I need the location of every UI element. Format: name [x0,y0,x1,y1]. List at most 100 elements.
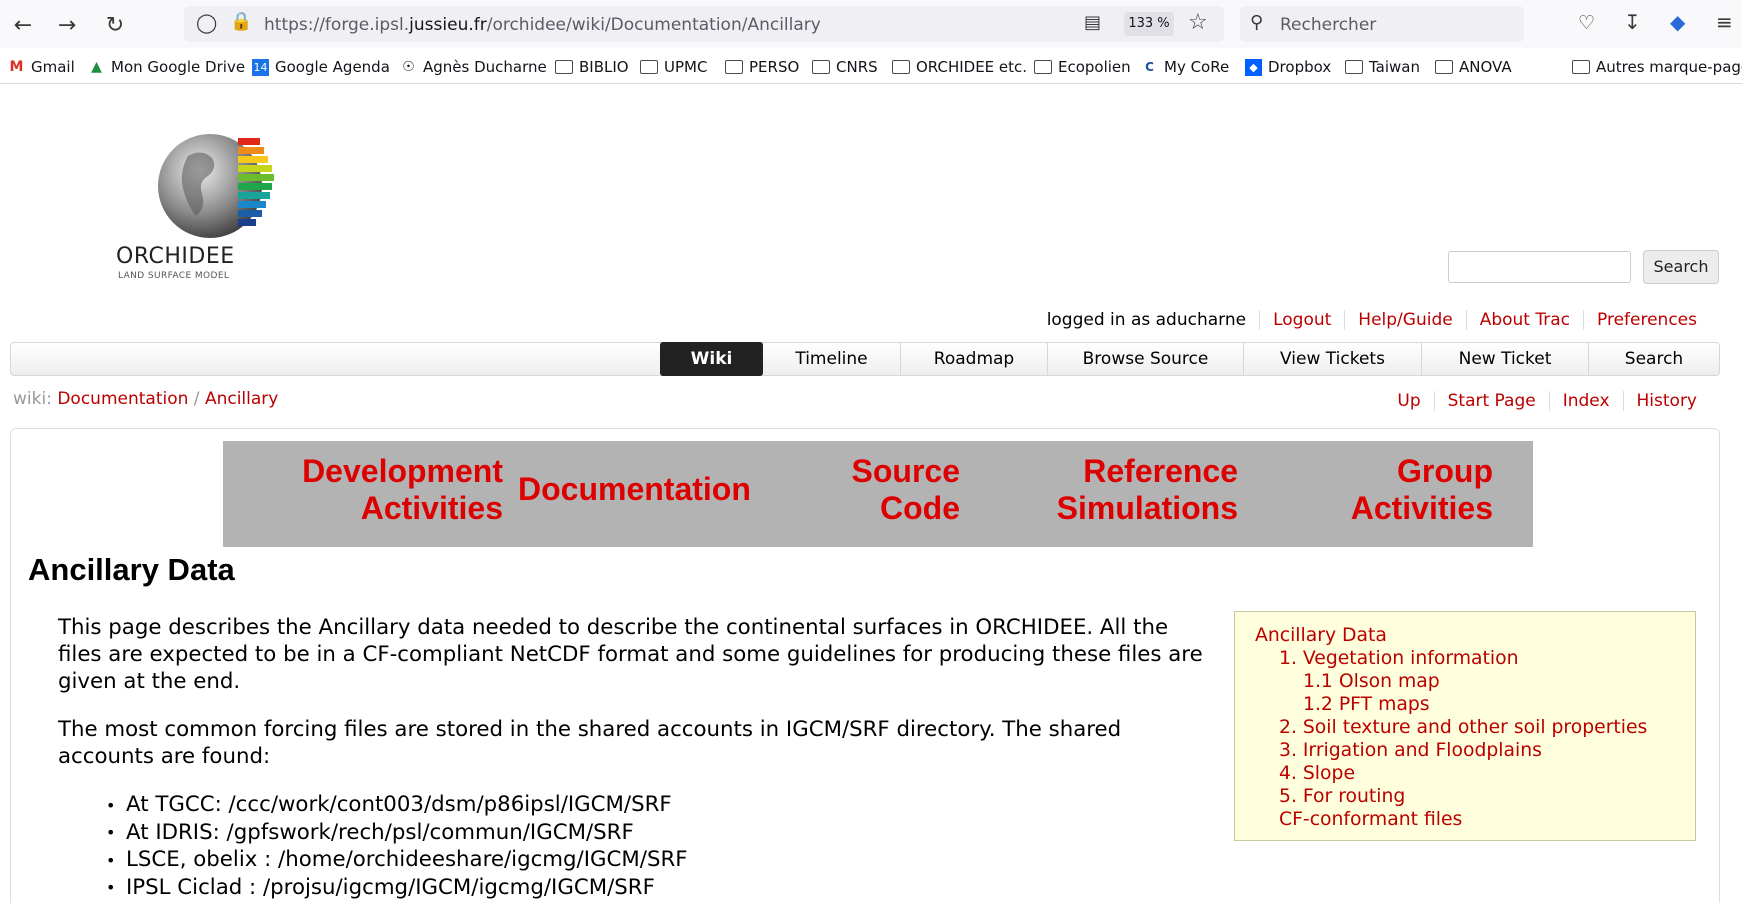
search-placeholder: Rechercher [1280,15,1377,35]
bookmark-other[interactable]: Autres marque-pages [1572,58,1742,76]
reload-icon[interactable]: ↻ [100,10,130,40]
browser-toolbar: ← → ↻ ◯ 🔒 https://forge.ipsl.jussieu.fr/… [0,0,1742,48]
shared-paths-list: At TGCC: /ccc/work/cont003/dsm/p86ipsl/I… [106,791,688,901]
banner-text: Code [880,490,960,526]
folder-icon [725,60,743,74]
banner-text: Group [1397,453,1493,489]
bookmark-label: Mon Google Drive [111,58,246,76]
tab-roadmap[interactable]: Roadmap [900,342,1047,376]
breadcrumb-documentation[interactable]: Documentation [57,389,188,409]
bookmark-label: My CoRe [1164,58,1230,76]
globe-icon: ☉ [402,58,415,75]
star-icon[interactable]: ☆ [1188,10,1208,35]
bookmark-label: Agnès Ducharne [423,58,547,76]
tab-wiki[interactable]: Wiki [660,342,763,376]
bookmark-label: ORCHIDEE etc. [916,58,1028,76]
wiki-search-input[interactable] [1448,251,1631,283]
bookmark-agnes-ducharne[interactable]: ☉ Agnès Ducharne [400,58,547,76]
banner-documentation[interactable]: Documentation [518,471,758,508]
bookmark-biblio[interactable]: BIBLIO [555,58,629,76]
preferences-link[interactable]: Preferences [1583,310,1710,330]
history-link[interactable]: History [1622,391,1710,411]
shield-icon[interactable]: ◯ [196,12,217,34]
start-page-link[interactable]: Start Page [1433,391,1549,411]
toc-item-vegetation[interactable]: 1. Vegetation information [1279,647,1519,670]
toc-item-pft-maps[interactable]: 1.2 PFT maps [1303,693,1430,716]
breadcrumb-prefix: wiki: [13,389,52,409]
banner-development-activities[interactable]: Development Activities [273,453,503,527]
breadcrumb-separator: / [188,389,205,409]
extension-icon[interactable]: ◆ [1670,10,1685,34]
breadcrumb-ancillary[interactable]: Ancillary [205,389,278,409]
reader-view-icon[interactable]: ▤ [1084,12,1101,33]
context-nav: Up Start Page Index History [1384,391,1710,411]
folder-icon [1572,60,1590,74]
section-banner: Development Activities Documentation Sour… [223,441,1533,547]
meta-nav: logged in as aducharne Logout Help/Guide… [1034,310,1710,330]
toc-item-soil[interactable]: 2. Soil texture and other soil propertie… [1279,716,1647,739]
download-icon[interactable]: ↧ [1624,10,1641,34]
bookmark-gmail[interactable]: M Gmail [8,58,75,76]
about-trac-link[interactable]: About Trac [1465,310,1583,330]
tab-timeline[interactable]: Timeline [763,342,900,376]
toc-item-cf-files[interactable]: CF-conformant files [1279,808,1462,831]
table-of-contents: Ancillary Data 1. Vegetation information… [1234,611,1696,841]
gmail-icon: M [9,58,24,75]
bookmark-google-drive[interactable]: ▲ Mon Google Drive [88,58,245,76]
bookmark-cnrs[interactable]: CNRS [812,58,878,76]
forward-icon[interactable]: → [52,10,82,40]
logo-subtitle: LAND SURFACE MODEL [118,271,230,281]
bookmark-label: Gmail [31,58,75,76]
bookmark-taiwan[interactable]: Taiwan [1345,58,1420,76]
wiki-search-button[interactable]: Search [1643,250,1719,284]
folder-icon [1345,60,1363,74]
lock-icon[interactable]: 🔒 [230,11,252,32]
pocket-icon[interactable]: ♡ [1578,12,1595,34]
banner-text: Activities [360,490,503,526]
banner-source-code[interactable]: Source Code [823,453,960,527]
bookmark-upmc[interactable]: UPMC [640,58,707,76]
bookmark-orchidee-etc[interactable]: ORCHIDEE etc. [892,58,1027,76]
bookmark-label: Dropbox [1268,58,1332,76]
breadcrumb: wiki: Documentation / Ancillary [13,389,278,409]
url-text[interactable]: https://forge.ipsl.jussieu.fr/orchidee/w… [264,15,821,35]
banner-text: Source [851,453,960,489]
url-bar[interactable]: ◯ 🔒 https://forge.ipsl.jussieu.fr/orchid… [184,6,1224,42]
toc-item-irrigation[interactable]: 3. Irrigation and Floodplains [1279,739,1542,762]
banner-reference-simulations[interactable]: Reference Simulations [1003,453,1238,527]
tab-browse-source[interactable]: Browse Source [1047,342,1243,376]
bookmark-label: BIBLIO [579,58,629,76]
list-item: LSCE, obelix : /home/orchideeshare/igcmg… [106,846,688,874]
search-icon: ⚲ [1250,12,1264,33]
logged-in-status: logged in as aducharne [1046,310,1247,330]
shared-accounts-paragraph: The most common forcing files are stored… [58,717,1122,769]
zoom-indicator[interactable]: 133 % [1124,12,1174,36]
bookmark-google-agenda[interactable]: 14 Google Agenda [252,58,390,76]
bookmark-my-core[interactable]: C My CoRe [1141,58,1229,76]
back-icon[interactable]: ← [8,10,38,40]
logout-link[interactable]: Logout [1259,310,1344,330]
bookmark-label: UPMC [664,58,708,76]
up-link[interactable]: Up [1384,391,1433,411]
bookmark-label: CNRS [836,58,878,76]
toc-item-ancillary-data[interactable]: Ancillary Data [1255,624,1387,647]
toc-item-slope[interactable]: 4. Slope [1279,762,1355,785]
browser-search-bar[interactable]: ⚲ Rechercher [1240,6,1524,42]
index-link[interactable]: Index [1548,391,1623,411]
toc-item-olson-map[interactable]: 1.1 Olson map [1303,670,1440,693]
bookmark-ecopolien[interactable]: Ecopolien [1034,58,1131,76]
tab-view-tickets[interactable]: View Tickets [1243,342,1421,376]
tab-new-ticket[interactable]: New Ticket [1421,342,1588,376]
banner-group-activities[interactable]: Group Activities [1293,453,1493,527]
toc-item-routing[interactable]: 5. For routing [1279,785,1405,808]
bookmark-label: Ecopolien [1058,58,1131,76]
banner-text: Reference [1083,453,1238,489]
bookmark-anova[interactable]: ANOVA [1435,58,1512,76]
orchidee-logo[interactable] [110,128,280,252]
tab-search[interactable]: Search [1588,342,1719,376]
bookmark-perso[interactable]: PERSO [725,58,799,76]
menu-icon[interactable]: ≡ [1716,10,1733,34]
help-guide-link[interactable]: Help/Guide [1344,310,1465,330]
bookmark-dropbox[interactable]: ◆ Dropbox [1245,58,1331,76]
bookmark-label: Google Agenda [275,58,390,76]
